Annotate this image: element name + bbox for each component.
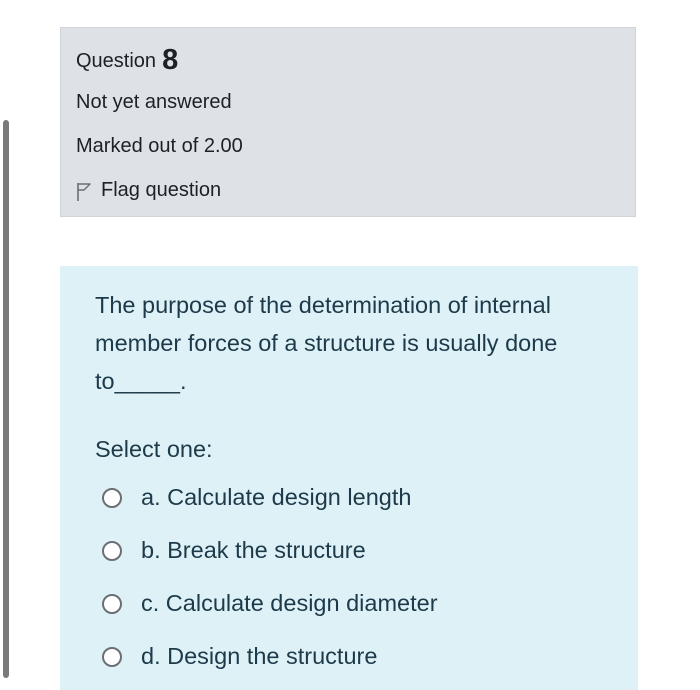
answer-option-b[interactable]: b. Break the structure <box>102 537 366 564</box>
radio-button-b[interactable] <box>102 540 122 561</box>
answer-option-c[interactable]: c. Calculate design diameter <box>102 590 438 617</box>
answer-option-a[interactable]: a. Calculate design length <box>102 484 411 511</box>
question-info-panel: Question 8 Not yet answered Marked out of… <box>60 27 636 217</box>
question-grade: Marked out of 2.00 <box>76 135 243 157</box>
answer-option-d-label: d. Design the structure <box>141 643 378 669</box>
question-content-panel: The purpose of the determination of inte… <box>60 266 638 690</box>
answer-option-b-label: b. Break the structure <box>141 537 366 563</box>
flag-question-link[interactable]: Flag question <box>76 179 221 202</box>
flag-icon <box>77 183 91 201</box>
answer-option-c-label: c. Calculate design diameter <box>141 590 438 616</box>
flag-question-label: Flag question <box>101 179 222 201</box>
select-one-prompt: Select one: <box>95 436 213 462</box>
scrollbar[interactable] <box>3 120 9 678</box>
question-text: The purpose of the determination of inte… <box>95 292 558 394</box>
radio-button-a[interactable] <box>102 487 122 508</box>
question-number-heading: Question 8 <box>76 44 178 77</box>
question-label: Question <box>76 50 157 72</box>
radio-button-c[interactable] <box>102 593 122 614</box>
radio-button-d[interactable] <box>102 646 122 667</box>
answer-option-d[interactable]: d. Design the structure <box>102 643 377 670</box>
question-state: Not yet answered <box>76 91 232 113</box>
answer-option-a-label: a. Calculate design length <box>141 484 412 510</box>
question-number: 8 <box>162 44 179 76</box>
